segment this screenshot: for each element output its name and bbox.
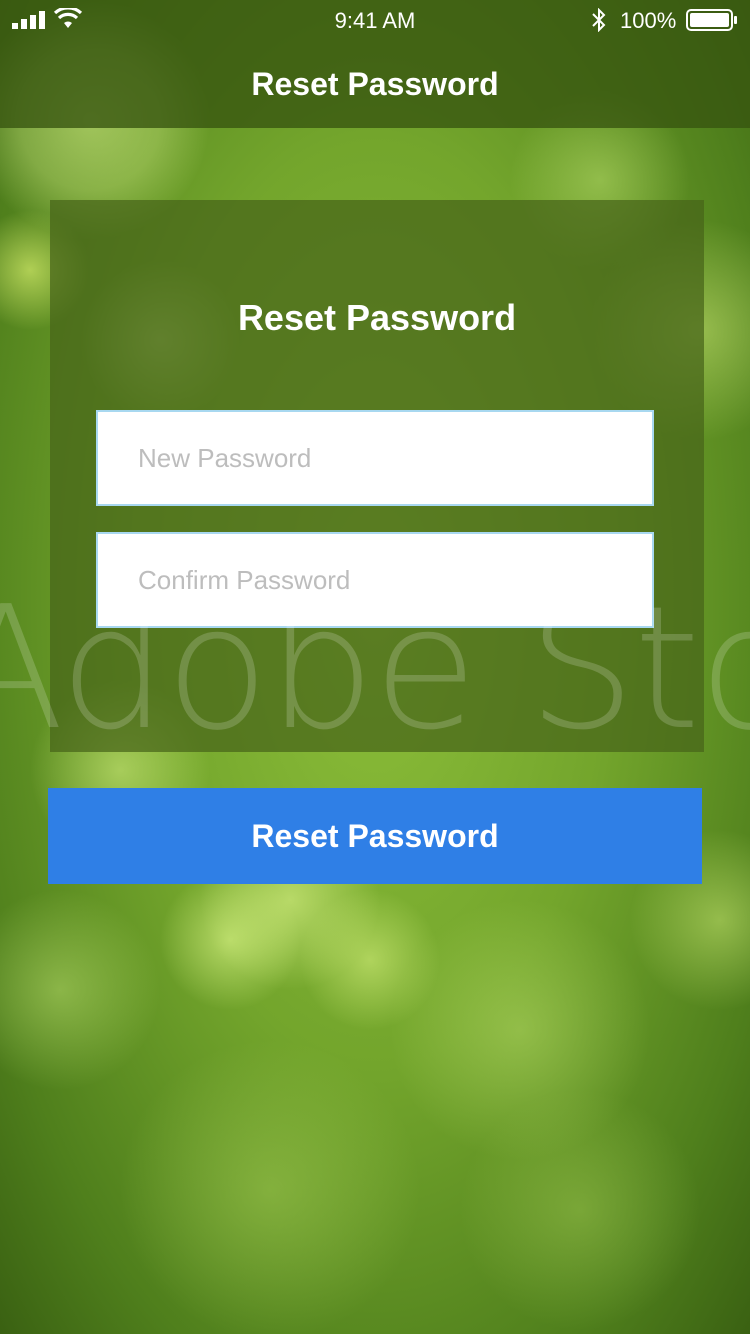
reset-password-card: Reset Password (50, 200, 704, 752)
card-title: Reset Password (237, 297, 517, 338)
confirm-password-field[interactable] (96, 532, 654, 628)
battery-icon (686, 9, 737, 31)
battery-percent: 100% (620, 8, 677, 33)
reset-password-button[interactable]: Reset Password (48, 788, 702, 884)
new-password-field[interactable] (96, 410, 654, 506)
bluetooth-icon (592, 8, 606, 32)
status-bar: 9:41 AM 100% (0, 0, 750, 40)
nav-title: Reset Password (251, 66, 499, 102)
